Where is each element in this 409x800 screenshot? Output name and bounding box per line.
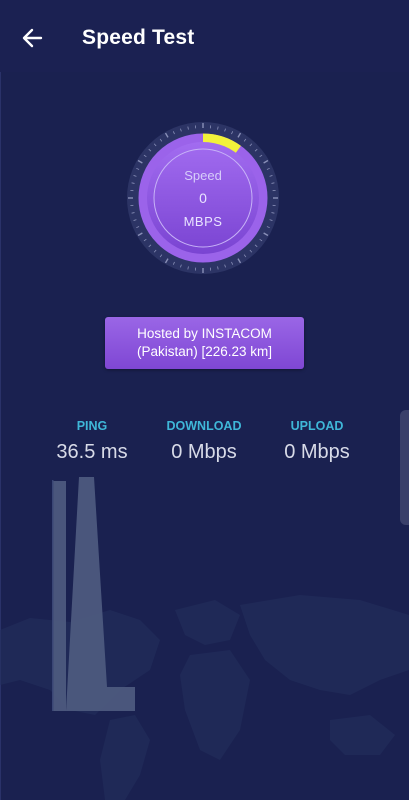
gauge-readout: Speed 0 MBPS [126,121,280,275]
upload-label: UPLOAD [290,419,344,433]
download-value: 0 Mbps [171,441,237,463]
ping-label: PING [76,419,108,433]
download-label: DOWNLOAD [166,419,242,433]
back-button[interactable] [18,24,46,52]
gauge-speed-value: 0 [199,189,207,206]
ping-graph-axis [52,480,54,711]
server-selector-button[interactable]: Hosted by INSTACOM (Pakistan) [226.23 km… [105,317,304,369]
server-location-label: (Pakistan) [226.23 km] [136,344,273,359]
edge-panel-handle[interactable] [400,410,409,525]
page-title: Speed Test [82,26,195,49]
ping-graph-area [52,477,135,711]
gauge-unit: MBPS [183,213,223,229]
gauge-label: Speed [184,167,222,183]
app-bar: Speed Test [0,0,409,72]
ping-graph [52,477,135,711]
upload-value: 0 Mbps [284,441,350,463]
server-host-label: Hosted by INSTACOM [137,326,272,341]
ping-value: 36.5 ms [56,441,128,463]
arrow-left-icon [22,28,43,48]
